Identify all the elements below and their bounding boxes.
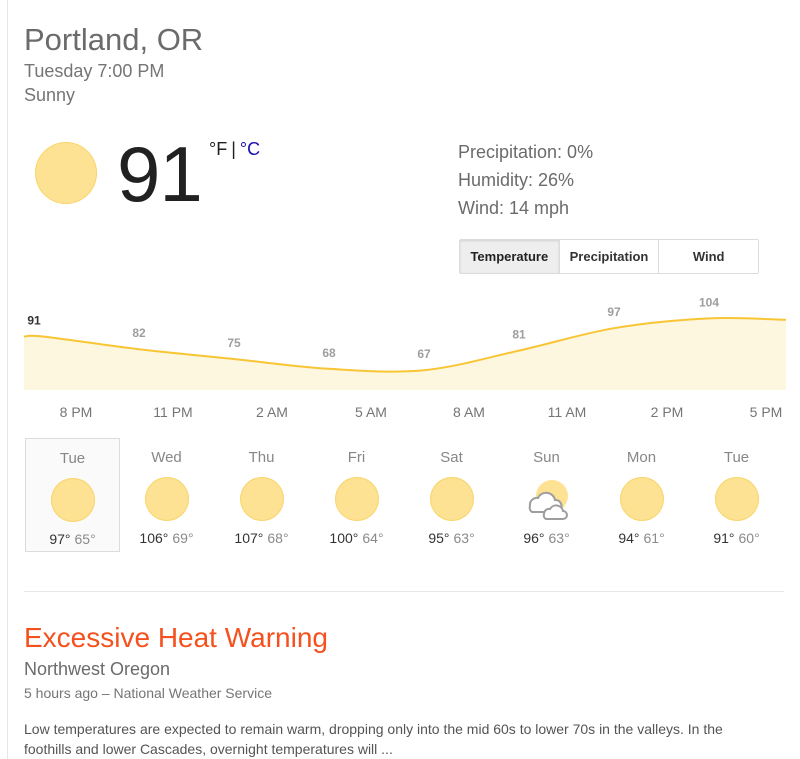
forecast-temps: 94° 61° [594,530,689,546]
sun-icon [619,476,665,522]
tab-precipitation[interactable]: Precipitation [559,240,660,273]
hour-tick-label: 2 PM [650,404,684,420]
divider [24,591,784,592]
hour-tick-label: 5 AM [355,404,387,420]
alert-title-link[interactable]: Excessive Heat Warning [24,622,328,654]
datetime: Tuesday 7:00 PM [24,61,165,81]
tab-wind[interactable]: Wind [659,240,759,273]
forecast-high: 107° [234,530,264,546]
forecast-day-name: Sat [440,449,463,466]
sun-icon [429,476,475,522]
forecast-high: 100° [329,530,359,546]
forecast-low: 60° [738,530,760,546]
hour-tick-label: 2 AM [256,404,288,420]
hour-tick-label: 8 AM [453,404,485,420]
unit-separator: | [231,139,236,159]
sun-icon [239,476,285,522]
sun-icon [50,477,96,523]
hour-tick-label: 11 AM [547,404,587,420]
hour-tick-label: 5 PM [749,404,783,420]
temperature-chart: 91 82 75 68 67 81 97 104 [24,295,786,390]
forecast-day-name: Tue [723,449,750,466]
sun-icon [35,142,97,204]
chart-tabs: Temperature Precipitation Wind [459,239,759,274]
forecast-day-fri[interactable]: Fri 100° 64° [309,438,404,552]
humidity-value: Humidity: 26% [458,170,575,190]
temperature-data-label: 81 [512,328,526,342]
forecast-temps: 95° 63° [404,530,499,546]
forecast-day-sun[interactable]: Sun 96° 63° [499,438,594,552]
temperature-data-label: 68 [322,346,336,360]
forecast-day-sat[interactable]: Sat 95° 63° [404,438,499,552]
forecast-day-tue[interactable]: Tue 91° 60° [689,438,784,552]
forecast-day-thu[interactable]: Thu 107° 68° [214,438,309,552]
current-temperature: 91 [117,130,203,218]
alert-body: Low temperatures are expected to remain … [24,721,723,757]
temperature-data-label: 91 [27,314,41,328]
alert-region: Northwest Oregon [24,659,171,679]
hour-tick-label: 8 PM [59,404,93,420]
hour-tick-label: 11 PM [153,404,193,420]
forecast-high: 94° [618,530,640,546]
forecast-day-mon[interactable]: Mon 94° 61° [594,438,689,552]
forecast-day-name: Mon [626,449,657,466]
forecast-temps: 96° 63° [499,530,594,546]
forecast-temps: 107° 68° [214,530,309,546]
unit-switch: °F | °C [209,139,260,160]
unit-celsius-link[interactable]: °C [240,139,260,159]
forecast-temps: 100° 64° [309,530,404,546]
location-title: Portland, OR [24,22,204,57]
temperature-data-label: 75 [227,336,241,350]
forecast-day-name: Fri [347,449,366,466]
unit-fahrenheit[interactable]: °F [209,139,227,159]
tab-temperature[interactable]: Temperature [460,240,560,273]
forecast-day-name: Tue [59,450,86,467]
temperature-data-label: 82 [132,326,146,340]
forecast-day-tue[interactable]: Tue 97° 65° [25,438,120,552]
forecast-high: 97° [49,531,71,547]
daily-forecast: Tue 97° 65° Wed 106° 69° Thu 107° 68° Fri 100° 64° S… [24,438,784,552]
forecast-day-name: Sun [533,449,560,466]
forecast-low: 63° [453,530,475,546]
temperature-data-label: 67 [417,347,431,361]
left-border [7,0,8,759]
forecast-low: 61° [643,530,665,546]
forecast-day-wed[interactable]: Wed 106° 69° [119,438,214,552]
forecast-high: 96° [523,530,545,546]
forecast-low: 68° [267,530,289,546]
sun-icon [144,476,190,522]
forecast-temps: 106° 69° [119,530,214,546]
forecast-day-name: Thu [248,449,275,466]
condition: Sunny [24,85,76,105]
partly-cloudy-icon [524,476,570,522]
temperature-data-label: 97 [607,305,621,319]
forecast-temps: 97° 65° [26,531,119,547]
forecast-low: 65° [74,531,96,547]
forecast-high: 95° [428,530,450,546]
forecast-low: 69° [172,530,194,546]
wind-value: Wind: 14 mph [458,198,570,218]
hour-axis: 8 PM 11 PM 2 AM 5 AM 8 AM 11 AM 2 PM 5 PM [0,404,800,424]
forecast-high: 106° [139,530,169,546]
forecast-high: 91° [713,530,735,546]
forecast-low: 63° [548,530,570,546]
forecast-low: 64° [362,530,384,546]
alert-source: 5 hours ago – National Weather Service [24,685,272,701]
forecast-day-name: Wed [151,449,182,466]
precipitation-value: Precipitation: 0% [458,142,594,162]
sun-icon [334,476,380,522]
weather-details: Precipitation: 0% Humidity: 26% Wind: 14… [458,138,593,222]
temperature-data-label: 104 [699,295,719,309]
forecast-temps: 91° 60° [689,530,784,546]
sun-icon [714,476,760,522]
